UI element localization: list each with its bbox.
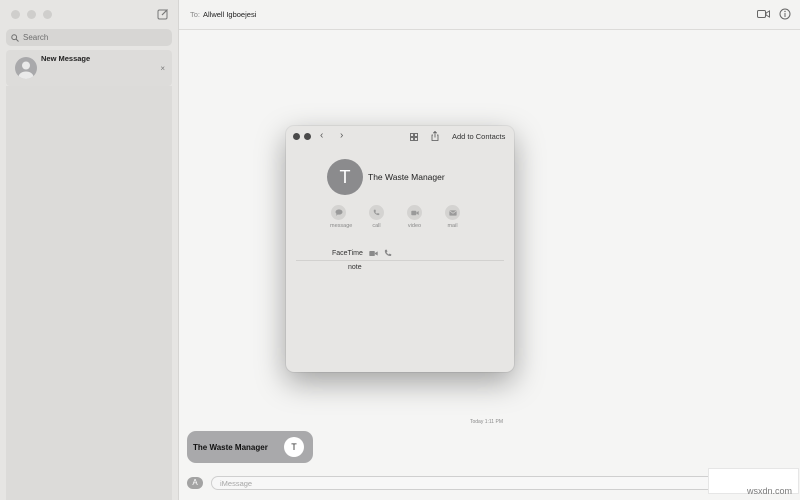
search-input[interactable] <box>23 33 143 42</box>
app-store-button[interactable]: A <box>187 477 203 489</box>
app-store-icon: A <box>192 478 198 487</box>
message-timestamp: Today 1:11 PM <box>470 419 503 425</box>
grid-icon[interactable] <box>410 133 418 141</box>
video-action[interactable]: video <box>406 205 423 229</box>
contact-avatar-large: T <box>327 159 363 195</box>
compose-icon[interactable] <box>157 8 169 20</box>
mail-icon <box>448 209 457 216</box>
watermark: wsxdn.com <box>746 486 792 496</box>
minimize-card-button[interactable] <box>304 133 311 140</box>
facetime-audio-icon[interactable] <box>384 249 392 257</box>
to-label: To: <box>190 10 201 19</box>
sidebar: New Message × <box>0 0 179 500</box>
call-action-label: call <box>372 223 381 229</box>
video-icon <box>410 210 419 215</box>
close-card-button[interactable] <box>293 133 300 140</box>
divider <box>296 260 504 261</box>
window-controls <box>11 10 52 19</box>
conversation-item[interactable]: New Message × <box>6 50 172 86</box>
back-icon[interactable]: ‹ <box>320 131 323 141</box>
info-icon[interactable] <box>779 8 791 20</box>
minimize-window-button[interactable] <box>27 10 36 19</box>
forward-icon[interactable]: › <box>340 131 343 141</box>
close-window-button[interactable] <box>11 10 20 19</box>
conversation-list <box>6 86 172 500</box>
message-action-label: message <box>330 223 353 229</box>
video-action-label: video <box>407 223 422 229</box>
search-field[interactable] <box>6 29 172 46</box>
avatar <box>15 57 37 79</box>
mail-action-label: mail <box>447 223 458 229</box>
video-call-icon[interactable] <box>757 9 770 19</box>
search-icon <box>11 33 19 42</box>
mail-action[interactable]: mail <box>444 205 461 229</box>
share-icon[interactable] <box>431 131 439 141</box>
conversation-title: New Message <box>41 54 91 63</box>
person-icon <box>18 61 34 79</box>
note-label: note <box>348 264 362 271</box>
facetime-label: FaceTime <box>332 250 363 257</box>
close-conversation-button[interactable]: × <box>160 64 165 73</box>
contact-name: The Waste Manager <box>368 172 445 182</box>
add-to-contacts-button[interactable]: Add to Contacts <box>452 132 505 141</box>
contact-avatar: T <box>284 437 304 457</box>
zoom-window-button[interactable] <box>43 10 52 19</box>
message-text: The Waste Manager <box>193 443 268 452</box>
facetime-video-icon[interactable] <box>369 250 378 257</box>
recipient-name[interactable]: Allwell Igboejesi <box>203 10 256 19</box>
header: To: Allwell Igboejesi <box>179 0 800 30</box>
message-action[interactable]: message <box>330 205 353 229</box>
message-bubble[interactable]: The Waste Manager T <box>187 431 313 463</box>
contact-card-popover: ‹ › Add to Contacts T The Waste Manager … <box>286 126 514 372</box>
phone-icon <box>373 209 380 216</box>
contact-actions: message call video mail <box>330 205 461 229</box>
message-input[interactable] <box>211 476 721 490</box>
call-action[interactable]: call <box>368 205 385 229</box>
message-icon <box>335 209 342 216</box>
